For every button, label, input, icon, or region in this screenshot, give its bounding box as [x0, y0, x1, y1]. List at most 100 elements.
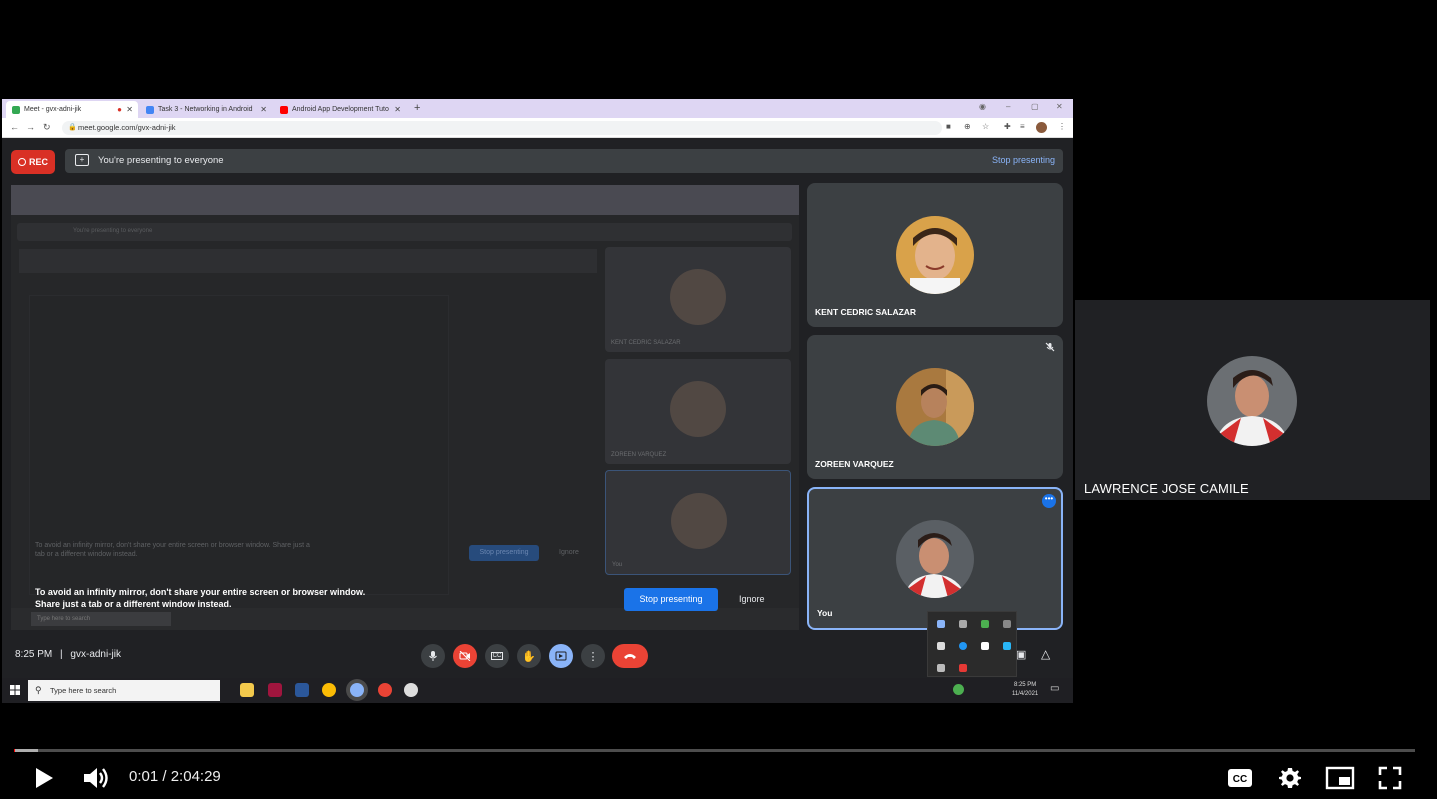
avatar — [896, 368, 974, 446]
mirror-stop-button: Stop presenting — [469, 545, 539, 561]
tray-app-icon[interactable] — [1003, 642, 1011, 650]
browser-menu-icon[interactable]: ⋮ — [1058, 122, 1066, 131]
tab-meet[interactable]: Meet - gvx-adni-jik ● ✕ — [6, 101, 138, 118]
app-icon[interactable] — [268, 683, 282, 697]
duration: 2:04:29 — [170, 768, 221, 785]
url-field[interactable]: 🔒 meet.google.com/gvx-adni-jik — [62, 121, 942, 135]
microphone-button[interactable] — [421, 644, 445, 668]
back-icon[interactable]: ← — [10, 122, 19, 132]
chrome-active-icon[interactable] — [350, 683, 364, 697]
present-icon — [555, 651, 567, 661]
microphone-icon — [429, 651, 437, 661]
subtitles-button[interactable]: CC — [1222, 760, 1258, 796]
progress-bar[interactable] — [14, 749, 1415, 752]
settings-icon — [1279, 768, 1301, 788]
ignore-button[interactable]: Ignore — [739, 594, 765, 604]
tray-app-icon[interactable] — [981, 642, 989, 650]
app-icon[interactable] — [404, 683, 418, 697]
infinity-mirror-preview: You're presenting to everyone KENT CEDRI… — [11, 185, 799, 630]
zoom-icon[interactable]: ⊕ — [964, 122, 971, 131]
play-icon — [36, 768, 53, 788]
captions-icon: CC — [1228, 769, 1252, 787]
profile-avatar[interactable] — [1036, 122, 1047, 133]
mute-button[interactable] — [78, 760, 114, 796]
new-tab-icon[interactable]: + — [414, 102, 420, 114]
progress-loaded — [14, 749, 38, 752]
meeting-info-separator: | — [60, 649, 63, 660]
participant-tile-zoreen[interactable]: ZOREEN VARQUEZ — [807, 335, 1063, 479]
tray-app-icon[interactable] — [937, 620, 945, 628]
mirror-ignore-text: Ignore — [559, 549, 579, 556]
reading-list-icon[interactable]: ≡ — [1020, 122, 1025, 131]
close-tab-icon[interactable]: ✕ — [260, 105, 267, 114]
stop-presenting-link[interactable]: Stop presenting — [992, 155, 1055, 165]
tab-task3[interactable]: Task 3 - Networking in Android ✕ — [140, 101, 272, 118]
play-button[interactable] — [26, 760, 62, 796]
rec-label: REC — [28, 157, 48, 167]
camera-icon[interactable]: ■ — [946, 122, 951, 131]
close-tab-icon[interactable]: ✕ — [126, 105, 133, 114]
notifications-icon[interactable]: ▭ — [1050, 683, 1059, 694]
fullscreen-icon — [1378, 766, 1402, 790]
avatar — [1207, 356, 1297, 446]
mirror-warning-text: To avoid an infinity mirror, don't share… — [35, 542, 310, 558]
infinity-mirror-warning: To avoid an infinity mirror, don't share… — [35, 587, 366, 609]
taskbar-search-box[interactable]: ⚲ Type here to search — [28, 680, 220, 701]
settings-button[interactable] — [1272, 760, 1308, 796]
tray-app-icon[interactable] — [937, 642, 945, 650]
more-options-icon[interactable]: ••• — [1042, 494, 1056, 508]
leave-call-button[interactable] — [612, 644, 648, 668]
captions-icon: CC — [490, 652, 504, 660]
tray-app-icon[interactable] — [959, 620, 967, 628]
tray-app-icon[interactable] — [959, 664, 967, 672]
avatar — [896, 520, 974, 598]
youtube-favicon-icon — [280, 105, 288, 114]
participant-tile-you[interactable]: ••• You — [807, 487, 1063, 630]
taskbar-clock[interactable]: 8:25 PM 11/4/2021 — [1012, 681, 1038, 699]
word-icon[interactable] — [295, 683, 309, 697]
camera-off-button[interactable] — [453, 644, 477, 668]
fullscreen-button[interactable] — [1372, 760, 1408, 796]
tray-app-icon[interactable] — [981, 620, 989, 628]
raise-hand-button[interactable]: ✋ — [517, 644, 541, 668]
vertical-dots-icon: ⋮ — [587, 650, 599, 663]
forward-icon[interactable]: → — [26, 122, 35, 132]
lock-icon: 🔒 — [68, 124, 77, 131]
activities-icon[interactable]: △ — [1041, 647, 1050, 661]
stop-presenting-button[interactable]: Stop presenting — [624, 588, 718, 611]
progress-played — [14, 749, 16, 752]
meet-favicon-icon — [12, 105, 20, 114]
windows-start-icon[interactable] — [10, 685, 20, 695]
miniplayer-button[interactable] — [1322, 760, 1358, 796]
window-close-icon[interactable]: ✕ — [1056, 102, 1063, 111]
tray-icon[interactable] — [953, 684, 964, 695]
mirror-avatar — [671, 493, 727, 549]
bookmark-star-icon[interactable]: ☆ — [982, 122, 989, 131]
chat-icon[interactable]: ▣ — [1016, 648, 1026, 661]
reload-icon[interactable]: ↻ — [43, 122, 51, 133]
windows-taskbar: ⚲ Type here to search 8:25 PM 11/4/2021 … — [2, 678, 1073, 703]
chrome-profile-icon[interactable] — [378, 683, 392, 697]
mic-muted-icon — [1045, 342, 1055, 352]
present-now-button[interactable] — [549, 644, 573, 668]
chrome-icon[interactable] — [322, 683, 336, 697]
tray-app-icon[interactable] — [1003, 620, 1011, 628]
close-tab-icon[interactable]: ✕ — [394, 105, 401, 114]
time-separator: / — [158, 768, 171, 785]
tab-youtube[interactable]: Android App Development Tuto ✕ — [274, 101, 406, 118]
file-explorer-icon[interactable] — [240, 683, 254, 697]
more-options-button[interactable]: ⋮ — [581, 644, 605, 668]
maximize-icon[interactable]: ▢ — [1031, 102, 1039, 111]
browser-tabstrip: Meet - gvx-adni-jik ● ✕ Task 3 - Network… — [2, 99, 1073, 118]
mirror-name: KENT CEDRIC SALAZAR — [611, 340, 681, 346]
tray-app-icon[interactable] — [959, 642, 967, 650]
video-player[interactable]: Meet - gvx-adni-jik ● ✕ Task 3 - Network… — [0, 0, 1437, 799]
captions-button[interactable]: CC — [485, 644, 509, 668]
tray-app-icon[interactable] — [937, 664, 945, 672]
profile-menu-icon[interactable]: ◉ — [979, 102, 986, 111]
participant-tile-kent[interactable]: KENT CEDRIC SALAZAR — [807, 183, 1063, 327]
minimize-icon[interactable]: – — [1006, 102, 1010, 111]
url-text: meet.google.com/gvx-adni-jik — [78, 123, 176, 132]
extensions-icon[interactable]: ✚ — [1004, 122, 1011, 131]
mirror-presenting-text: You're presenting to everyone — [73, 228, 153, 234]
